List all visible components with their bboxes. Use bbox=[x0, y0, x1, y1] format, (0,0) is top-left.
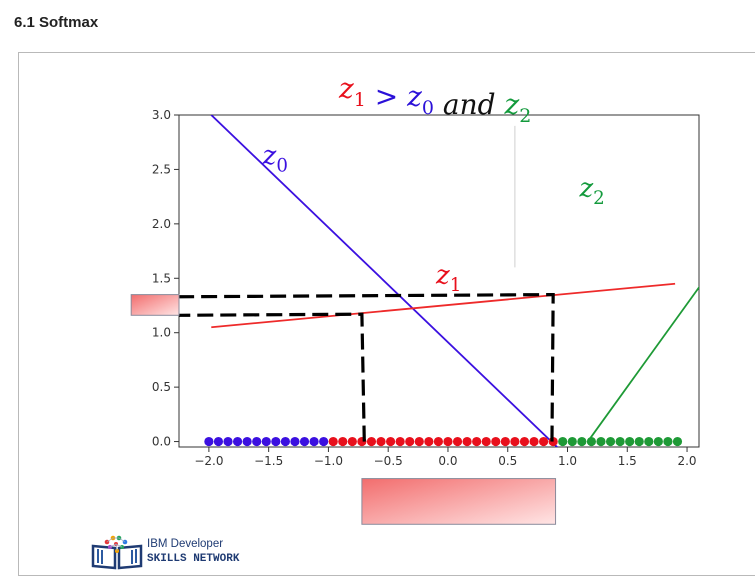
y-tick-label: 2.0 bbox=[152, 217, 171, 231]
book-network-icon bbox=[91, 535, 143, 570]
series-label-z2: z2 bbox=[578, 174, 604, 209]
data-point bbox=[299, 436, 310, 447]
chart-title: z1 > z0 and z2 bbox=[338, 72, 531, 127]
data-point bbox=[625, 436, 635, 447]
series-label-z1: z1 bbox=[435, 261, 461, 296]
data-point bbox=[433, 436, 444, 447]
data-point bbox=[452, 436, 463, 447]
data-point bbox=[242, 436, 252, 447]
data-point bbox=[519, 436, 530, 447]
data-point bbox=[232, 436, 243, 447]
dashed-projection-1 bbox=[178, 292, 555, 442]
data-point bbox=[424, 436, 434, 447]
logo-line-2: SKILLS NETWORK bbox=[147, 553, 240, 565]
series-label-z0: z0 bbox=[262, 141, 288, 176]
data-point bbox=[385, 436, 396, 447]
data-point bbox=[510, 436, 520, 447]
x-tick-label: 1.5 bbox=[618, 454, 637, 468]
data-point bbox=[309, 436, 319, 447]
data-point bbox=[577, 436, 587, 447]
data-point bbox=[472, 436, 482, 447]
data-point bbox=[615, 436, 625, 447]
data-point bbox=[252, 436, 262, 447]
data-point bbox=[481, 436, 491, 447]
data-point bbox=[319, 436, 329, 447]
data-point bbox=[558, 436, 568, 447]
data-point bbox=[529, 436, 539, 447]
x-tick-label: −0.5 bbox=[374, 454, 403, 468]
y-tick-label: 1.0 bbox=[152, 326, 171, 340]
data-point bbox=[280, 436, 290, 447]
x-tick-label: 0.0 bbox=[438, 454, 457, 468]
data-point bbox=[567, 436, 577, 447]
y-tick-label: 1.5 bbox=[152, 271, 171, 285]
data-point bbox=[328, 436, 338, 447]
y-tick-label: 3.0 bbox=[152, 108, 171, 122]
softmax-chart: −2.0 −1.5 −1.0 −0.5 0.0 0.5 1.0 1.5 2.0 0.0 0.5 1.0… bbox=[130, 72, 700, 525]
data-point bbox=[586, 436, 597, 447]
data-point bbox=[213, 436, 224, 447]
x-tick-label: 0.5 bbox=[498, 454, 517, 468]
data-point bbox=[414, 436, 424, 447]
data-point bbox=[672, 436, 683, 447]
data-point bbox=[634, 436, 644, 447]
x-tick-label: −2.0 bbox=[194, 454, 223, 468]
x-tick-label: 2.0 bbox=[677, 454, 696, 468]
y-tick-label: 2.5 bbox=[152, 162, 171, 176]
data-point bbox=[443, 436, 453, 447]
dashed-projection-0 bbox=[178, 312, 366, 442]
answer-cover-box-1 bbox=[361, 478, 557, 525]
y-tick-label: 0.0 bbox=[152, 435, 171, 449]
x-tick-label: −1.5 bbox=[254, 454, 283, 468]
x-tick-label: −1.0 bbox=[314, 454, 343, 468]
data-point bbox=[405, 436, 415, 447]
data-point bbox=[596, 436, 606, 447]
data-point bbox=[538, 436, 549, 447]
figure-frame: −2.0 −1.5 −1.0 −0.5 0.0 0.5 1.0 1.5 2.0 0.0 0.5 1.0… bbox=[18, 52, 755, 576]
data-point bbox=[204, 436, 214, 447]
data-point bbox=[395, 436, 405, 447]
data-point bbox=[653, 436, 663, 447]
data-point bbox=[271, 436, 281, 447]
data-point bbox=[644, 436, 654, 447]
data-point bbox=[376, 436, 386, 447]
data-point bbox=[366, 436, 377, 447]
x-tick-label: 1.0 bbox=[558, 454, 577, 468]
y-tick-label: 0.5 bbox=[152, 380, 171, 394]
data-point bbox=[491, 436, 501, 447]
answer-cover-box-0 bbox=[130, 294, 180, 316]
data-point bbox=[223, 436, 233, 447]
data-point bbox=[605, 436, 616, 447]
data-point bbox=[338, 436, 348, 447]
data-point bbox=[290, 436, 300, 447]
data-point bbox=[500, 436, 510, 447]
logo-line-1: IBM Developer bbox=[147, 538, 224, 550]
data-point bbox=[347, 436, 357, 447]
series-line-z2 bbox=[587, 285, 699, 443]
data-point bbox=[261, 436, 271, 447]
section-title: 6.1 Softmax bbox=[14, 14, 99, 31]
ibm-developer-logo: IBM Developer SKILLS NETWORK bbox=[89, 532, 259, 572]
data-point bbox=[663, 436, 673, 447]
data-point bbox=[462, 436, 472, 447]
